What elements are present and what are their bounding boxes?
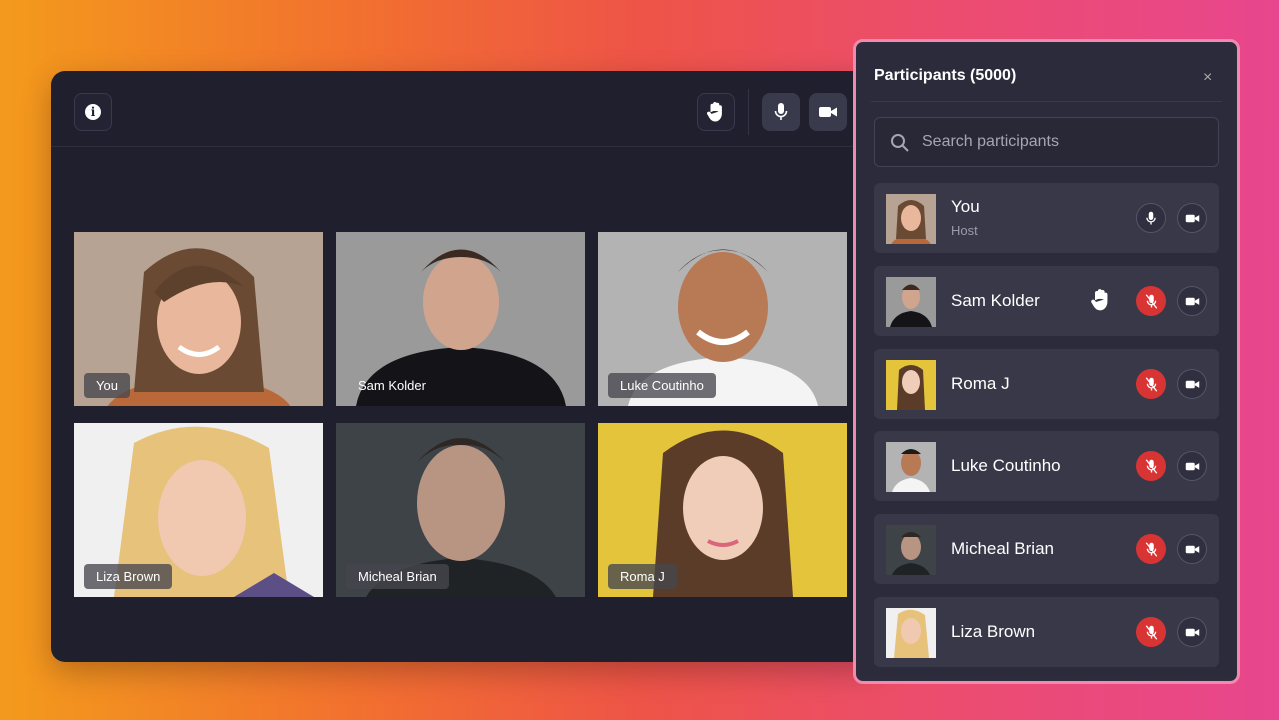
panel-divider xyxy=(871,101,1222,102)
participant-row[interactable]: Sam Kolder xyxy=(874,266,1219,336)
microphone-off-icon xyxy=(1145,541,1157,557)
participant-camera-button[interactable] xyxy=(1177,369,1207,399)
tile-name-label: Sam Kolder xyxy=(358,378,426,393)
video-camera-icon xyxy=(1185,628,1199,636)
microphone-off-icon xyxy=(1145,376,1157,392)
close-icon[interactable]: × xyxy=(1203,69,1212,87)
microphone-icon xyxy=(1146,211,1156,224)
participant-name: Micheal Brian xyxy=(951,539,1054,558)
panel-title: Participants (5000) xyxy=(874,67,1017,84)
video-tile[interactable]: Luke Coutinho xyxy=(598,232,847,406)
microphone-off-icon xyxy=(1145,293,1157,309)
microphone-off-icon xyxy=(1145,458,1157,474)
participant-row[interactable]: Roma J xyxy=(874,349,1219,419)
participant-row[interactable]: You Host xyxy=(874,183,1219,253)
avatar xyxy=(886,442,936,492)
participant-role: Host xyxy=(951,223,978,238)
participant-camera-button[interactable] xyxy=(1177,203,1207,233)
meeting-window: i You Sam Kolder Luke Coutinho Liza Brow… xyxy=(51,71,881,662)
participant-camera-button[interactable] xyxy=(1177,534,1207,564)
search-icon xyxy=(891,134,909,152)
video-tile[interactable]: Micheal Brian xyxy=(336,423,585,597)
participant-row[interactable]: Luke Coutinho xyxy=(874,431,1219,501)
search-participants-field[interactable] xyxy=(874,117,1219,167)
participant-mic-muted-button[interactable] xyxy=(1136,534,1166,564)
video-camera-icon xyxy=(1185,545,1199,553)
info-button[interactable]: i xyxy=(74,93,112,131)
participant-mic-muted-button[interactable] xyxy=(1136,451,1166,481)
camera-button[interactable] xyxy=(809,93,847,131)
raised-hand-icon xyxy=(1091,289,1108,311)
video-camera-icon xyxy=(1185,297,1199,305)
participant-mic-muted-button[interactable] xyxy=(1136,369,1166,399)
toolbar-divider xyxy=(748,89,749,135)
participant-camera-button[interactable] xyxy=(1177,451,1207,481)
participant-mic-muted-button[interactable] xyxy=(1136,617,1166,647)
video-camera-icon xyxy=(819,107,837,117)
tile-name-label: You xyxy=(84,373,130,398)
video-tile[interactable]: Roma J xyxy=(598,423,847,597)
video-camera-icon xyxy=(1185,462,1199,470)
participant-name: Liza Brown xyxy=(951,622,1036,641)
avatar xyxy=(886,360,936,410)
participant-row[interactable]: Liza Brown xyxy=(874,597,1219,667)
tile-name-label: Liza Brown xyxy=(84,564,173,589)
video-camera-icon xyxy=(1185,214,1199,222)
participant-name: Roma J xyxy=(951,374,1010,393)
participant-mic-button[interactable] xyxy=(1136,203,1166,233)
search-input[interactable] xyxy=(922,118,1202,166)
meeting-toolbar: i xyxy=(51,71,881,147)
microphone-icon xyxy=(774,103,788,120)
video-camera-icon xyxy=(1185,380,1199,388)
raise-hand-icon xyxy=(707,102,722,122)
microphone-button[interactable] xyxy=(762,93,800,131)
avatar xyxy=(886,525,936,575)
microphone-off-icon xyxy=(1145,624,1157,640)
participant-name: You xyxy=(951,197,980,216)
participants-panel: Participants (5000) × You Host xyxy=(853,39,1240,684)
participant-name: Sam Kolder xyxy=(951,291,1040,310)
avatar xyxy=(886,277,936,327)
video-tile[interactable]: Sam Kolder xyxy=(336,232,585,406)
info-icon: i xyxy=(85,104,101,120)
participant-camera-button[interactable] xyxy=(1177,286,1207,316)
tile-name-label: Luke Coutinho xyxy=(608,373,716,398)
participant-row[interactable]: Micheal Brian xyxy=(874,514,1219,584)
avatar xyxy=(886,608,936,658)
tile-name-label: Roma J xyxy=(608,564,677,589)
video-tile[interactable]: You xyxy=(74,232,323,406)
raise-hand-button[interactable] xyxy=(697,93,735,131)
participant-mic-muted-button[interactable] xyxy=(1136,286,1166,316)
participant-name: Luke Coutinho xyxy=(951,456,1061,475)
tile-name-label: Micheal Brian xyxy=(346,564,449,589)
avatar xyxy=(886,194,936,244)
video-tile[interactable]: Liza Brown xyxy=(74,423,323,597)
participant-camera-button[interactable] xyxy=(1177,617,1207,647)
